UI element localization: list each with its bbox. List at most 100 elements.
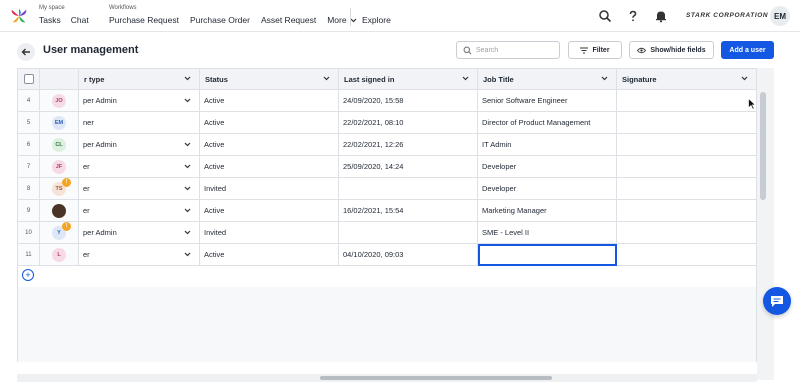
user-avatar[interactable]: EM <box>770 6 790 26</box>
column-header-user-type[interactable]: r type <box>79 69 200 90</box>
notification-bell-icon[interactable] <box>654 9 668 23</box>
chevron-down-icon[interactable] <box>184 252 191 257</box>
job-title-cell[interactable]: Director of Product Management <box>478 112 617 134</box>
vertical-scrollbar[interactable] <box>757 68 774 380</box>
horizontal-scrollbar-thumb[interactable] <box>320 376 552 380</box>
row-number: 11 <box>18 244 40 266</box>
job-title-cell[interactable]: Senior Software Engineer <box>478 90 617 112</box>
user-type-cell[interactable]: per Admin <box>79 90 200 112</box>
nav-purchase-request[interactable]: Purchase Request <box>109 15 179 25</box>
select-all-checkbox[interactable] <box>23 74 34 84</box>
show-hide-fields-button[interactable]: Show/hide fields <box>629 41 714 59</box>
user-type-value: er <box>83 206 90 215</box>
signature-cell[interactable] <box>617 200 757 222</box>
user-type-cell[interactable]: er <box>79 178 200 200</box>
row-number: 9 <box>18 200 40 222</box>
avatar-cell <box>40 200 79 222</box>
user-type-value: er <box>83 184 90 193</box>
last-signed-in-cell[interactable] <box>339 222 478 244</box>
nav-more[interactable]: More <box>327 15 357 25</box>
column-header-signature[interactable]: Signature <box>617 69 757 90</box>
user-type-cell[interactable]: per Admin <box>79 134 200 156</box>
status-cell[interactable]: Active <box>200 112 339 134</box>
user-type-value: per Admin <box>83 228 117 237</box>
nav-explore[interactable]: Explore <box>362 15 391 25</box>
chat-support-button[interactable] <box>763 287 791 315</box>
last-signed-in-cell[interactable] <box>339 178 478 200</box>
last-signed-in-cell[interactable]: 25/09/2020, 14:24 <box>339 156 478 178</box>
user-type-value: per Admin <box>83 96 117 105</box>
column-header-job-title[interactable]: Job Title <box>478 69 617 90</box>
nav-purchase-order[interactable]: Purchase Order <box>190 15 250 25</box>
job-title-cell[interactable]: SME - Level II <box>478 222 617 244</box>
chevron-down-icon[interactable] <box>184 186 191 191</box>
chevron-down-icon[interactable] <box>184 98 191 103</box>
job-title-cell[interactable]: Developer <box>478 156 617 178</box>
signature-cell[interactable] <box>617 244 757 266</box>
add-user-button[interactable]: Add a user <box>721 41 774 59</box>
last-signed-in-cell[interactable]: 04/10/2020, 09:03 <box>339 244 478 266</box>
signature-cell[interactable] <box>617 90 757 112</box>
job-title-cell[interactable]: Marketing Manager <box>478 200 617 222</box>
chevron-down-icon[interactable] <box>184 76 191 81</box>
user-type-cell[interactable]: er <box>79 200 200 222</box>
chevron-down-icon[interactable] <box>184 164 191 169</box>
nav-asset-request[interactable]: Asset Request <box>261 15 316 25</box>
avatar-cell: TS! <box>40 177 79 200</box>
filter-button[interactable]: Filter <box>568 41 622 59</box>
avatar-initials: EM <box>54 119 64 126</box>
vertical-scrollbar-thumb[interactable] <box>760 92 766 200</box>
last-signed-in-cell[interactable]: 16/02/2021, 15:54 <box>339 200 478 222</box>
chevron-down-icon[interactable] <box>184 208 191 213</box>
user-type-cell[interactable]: er <box>79 244 200 266</box>
help-icon[interactable] <box>626 9 640 23</box>
row-number: 4 <box>18 90 40 112</box>
search-input[interactable]: Search <box>456 41 560 59</box>
add-user-label: Add a user <box>729 46 766 54</box>
status-cell[interactable]: Invited <box>200 178 339 200</box>
status-cell[interactable]: Active <box>200 134 339 156</box>
avatar-cell: JO <box>40 90 79 112</box>
avatar-initials: JO <box>55 97 63 104</box>
chevron-down-icon[interactable] <box>184 230 191 235</box>
chevron-down-icon[interactable] <box>462 76 469 81</box>
my-space-group: My space Tasks Chat <box>39 5 89 25</box>
user-type-cell[interactable]: ner <box>79 112 200 134</box>
horizontal-scrollbar[interactable] <box>17 374 757 382</box>
column-header-label: r type <box>84 74 105 84</box>
status-cell[interactable]: Invited <box>200 222 339 244</box>
add-row-button[interactable]: + <box>22 269 34 281</box>
user-type-cell[interactable]: per Admin <box>79 222 200 244</box>
app-logo-icon[interactable] <box>10 7 28 25</box>
signature-cell[interactable] <box>617 134 757 156</box>
last-signed-in-cell[interactable]: 24/09/2020, 15:58 <box>339 90 478 112</box>
nav-tasks[interactable]: Tasks <box>39 15 61 25</box>
job-title-cell[interactable]: Developer <box>478 178 617 200</box>
status-cell[interactable]: Active <box>200 244 339 266</box>
column-header-status[interactable]: Status <box>200 69 339 90</box>
back-button[interactable] <box>17 43 35 61</box>
user-type-cell[interactable]: er <box>79 156 200 178</box>
last-signed-in-cell[interactable]: 22/02/2021, 08:10 <box>339 112 478 134</box>
nav-more-label: More <box>327 15 347 25</box>
chevron-down-icon[interactable] <box>323 76 330 81</box>
column-header-last-signed-in[interactable]: Last signed in <box>339 69 478 90</box>
status-cell[interactable]: Active <box>200 90 339 112</box>
signature-cell[interactable] <box>617 222 757 244</box>
status-cell[interactable]: Active <box>200 200 339 222</box>
signature-cell[interactable] <box>617 178 757 200</box>
nav-chat[interactable]: Chat <box>71 15 89 25</box>
select-all-header <box>18 69 40 90</box>
user-table: r type Status Last signed in Job Title S… <box>17 68 757 287</box>
status-cell[interactable]: Active <box>200 156 339 178</box>
last-signed-in-cell[interactable]: 22/02/2021, 12:26 <box>339 134 478 156</box>
job-title-cell[interactable] <box>478 244 617 266</box>
avatar-cell: CL <box>40 134 79 156</box>
signature-cell[interactable] <box>617 112 757 134</box>
signature-cell[interactable] <box>617 156 757 178</box>
search-icon[interactable] <box>598 9 612 23</box>
chevron-down-icon[interactable] <box>741 76 748 81</box>
chevron-down-icon[interactable] <box>601 76 608 81</box>
job-title-cell[interactable]: IT Admin <box>478 134 617 156</box>
chevron-down-icon[interactable] <box>184 142 191 147</box>
